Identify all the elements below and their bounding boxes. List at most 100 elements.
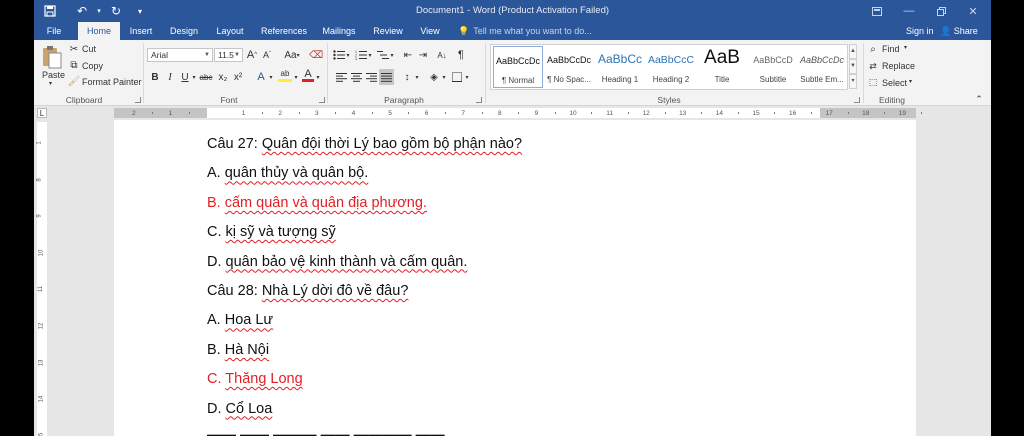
document-line[interactable]: A. quân thủy và quân bộ. [207, 165, 368, 181]
font-size-combo[interactable]: 11.5 ▼ [214, 48, 243, 62]
line-spacing-dropdown-icon[interactable]: ▾ [414, 70, 420, 84]
italic-button[interactable]: I [165, 70, 175, 84]
restore-icon[interactable] [932, 3, 950, 19]
style-subtle-emphasis[interactable]: AaBbCcDc Subtle Em... [797, 46, 847, 88]
horizontal-ruler[interactable]: 2 1 1 2 3 4 5 6 7 8 9 10 11 12 13 14 15 16 17 18 19 [114, 108, 922, 118]
increase-indent-icon[interactable]: ⇥ [416, 48, 430, 62]
paste-button[interactable]: Paste [42, 70, 65, 80]
tab-layout[interactable]: Layout [214, 22, 246, 40]
borders-icon[interactable] [450, 70, 464, 84]
styles-launcher-icon[interactable] [854, 97, 860, 103]
tab-review[interactable]: Review [372, 22, 404, 40]
numbering-dropdown-icon[interactable]: ▾ [367, 48, 373, 62]
paste-icon[interactable] [40, 44, 64, 70]
ruler-tick: 7 [461, 110, 465, 117]
tab-insert[interactable]: Insert [126, 22, 156, 40]
shrink-font-icon[interactable]: Aˇ [261, 48, 273, 62]
style-title[interactable]: AaB Title [697, 46, 747, 88]
style-no-spacing[interactable]: AaBbCcDc ¶ No Spac... [544, 46, 594, 88]
styles-scroll-down-icon[interactable]: ▼ [849, 59, 857, 74]
copy-button[interactable]: Copy [82, 61, 103, 71]
font-color-dropdown-icon[interactable]: ▾ [315, 70, 321, 84]
next-line-fragment: ▬▬ ▬▬ ▬▬▬ ▬▬ ▬▬▬▬ ▬▬ [207, 427, 445, 436]
bullets-dropdown-icon[interactable]: ▾ [345, 48, 351, 62]
font-color-button[interactable]: A [302, 68, 314, 82]
document-line[interactable]: D. quân bảo vệ kinh thành và cấm quân. [207, 254, 467, 270]
vertical-ruler-tick: 8 [36, 177, 43, 182]
tab-mailings[interactable]: Mailings [320, 22, 358, 40]
line-spacing-icon[interactable]: ↕ [400, 70, 414, 84]
highlight-dropdown-icon[interactable]: ▾ [293, 70, 299, 84]
bullets-icon[interactable] [332, 48, 346, 62]
paragraph-launcher-icon[interactable] [476, 97, 482, 103]
bold-button[interactable]: B [150, 70, 160, 84]
collapse-ribbon-icon[interactable]: ⌃ [974, 94, 984, 104]
document-line[interactable]: C. kị sỹ và tượng sỹ [207, 224, 336, 240]
minimize-icon[interactable]: — [900, 3, 918, 19]
styles-more-icon[interactable]: ▾ [849, 74, 857, 89]
align-left-icon[interactable] [334, 70, 348, 84]
cut-button[interactable]: Cut [82, 44, 96, 54]
paragraph-group-label: Paragraph [384, 95, 424, 105]
subscript-button[interactable]: x₂ [217, 70, 229, 84]
tab-design[interactable]: Design [167, 22, 201, 40]
tab-home[interactable]: Home [78, 22, 120, 40]
align-right-icon[interactable] [364, 70, 378, 84]
style-normal[interactable]: AaBbCcDc ¶ Normal [493, 46, 543, 88]
document-line[interactable]: B. Hà Nội [207, 342, 269, 358]
grow-font-icon[interactable]: A ^ [246, 48, 258, 62]
tab-view[interactable]: View [418, 22, 442, 40]
ribbon-display-icon[interactable] [868, 3, 886, 19]
decrease-indent-icon[interactable]: ⇤ [401, 48, 415, 62]
sign-in-link[interactable]: Sign in [906, 22, 934, 40]
strikethrough-button[interactable]: abc [198, 70, 214, 84]
document-line[interactable]: Câu 28: Nhà Lý dời đô về đâu? [207, 283, 408, 299]
ruler-tick-mark [298, 112, 300, 114]
tell-me-search[interactable]: 💡 Tell me what you want to do... [458, 22, 592, 40]
document-line[interactable]: B. cấm quân và quân địa phương. [207, 195, 427, 211]
share-button[interactable]: 👤 Share [940, 22, 978, 40]
document-line[interactable]: A. Hoa Lư [207, 312, 273, 328]
find-button[interactable]: Find [882, 44, 900, 54]
superscript-button[interactable]: x² [232, 70, 244, 84]
style-heading-2[interactable]: AaBbCcC Heading 2 [646, 46, 696, 88]
document-line[interactable]: Câu 27: Quân đội thời Lý bao gồm bộ phận… [207, 136, 522, 152]
tab-file[interactable]: File [42, 22, 66, 40]
change-case-icon[interactable]: Aa ▾ [282, 48, 302, 62]
paste-dropdown-icon[interactable]: ▾ [49, 80, 52, 87]
sort-icon[interactable]: A↓ [435, 48, 449, 62]
font-launcher-icon[interactable] [319, 97, 325, 103]
text-effects-button[interactable]: A [254, 70, 268, 84]
tab-references[interactable]: References [260, 22, 308, 40]
clear-formatting-icon[interactable]: ⌫ [309, 48, 323, 62]
multilevel-dropdown-icon[interactable]: ▾ [389, 48, 395, 62]
shading-dropdown-icon[interactable]: ▾ [441, 70, 447, 84]
clipboard-launcher-icon[interactable] [135, 97, 141, 103]
document-line[interactable]: D. Cổ Loa [207, 401, 272, 417]
justify-icon[interactable] [379, 69, 394, 85]
format-painter-button[interactable]: Format Painter [82, 77, 142, 87]
multilevel-list-icon[interactable] [376, 48, 390, 62]
underline-dropdown-icon[interactable]: ▾ [191, 70, 197, 84]
document-page[interactable]: ▬▬ ▬ ▬▬▬▬ ▬▬▬▬▬ Câu 27: Quân đội thời Lý… [114, 120, 916, 436]
style-heading-1[interactable]: AaBbCc Heading 1 [595, 46, 645, 88]
document-line[interactable]: C. Thăng Long [207, 371, 303, 387]
font-family-combo[interactable]: Arial ▼ [147, 48, 213, 62]
align-center-icon[interactable] [349, 70, 363, 84]
shading-icon[interactable]: ◈ [427, 70, 441, 84]
close-icon[interactable]: ✕ [964, 3, 982, 19]
find-dropdown-icon[interactable]: ▾ [904, 44, 907, 51]
style-subtitle[interactable]: AaBbCcD Subtitle [748, 46, 798, 88]
replace-button[interactable]: Replace [882, 61, 915, 71]
select-button[interactable]: Select [882, 78, 907, 88]
tab-selector-icon[interactable]: L [37, 108, 47, 118]
show-formatting-button[interactable]: ¶ [454, 48, 468, 62]
underline-button[interactable]: U [180, 70, 190, 84]
borders-dropdown-icon[interactable]: ▾ [464, 70, 470, 84]
select-dropdown-icon[interactable]: ▾ [909, 78, 912, 85]
highlight-button[interactable]: ab [278, 68, 292, 82]
vertical-ruler[interactable]: 1 8 9 10 11 12 13 14 15 [37, 122, 47, 436]
styles-scroll-up-icon[interactable]: ▲ [849, 44, 857, 59]
text-effects-dropdown-icon[interactable]: ▾ [268, 70, 274, 84]
numbering-icon[interactable]: 123 [354, 48, 368, 62]
